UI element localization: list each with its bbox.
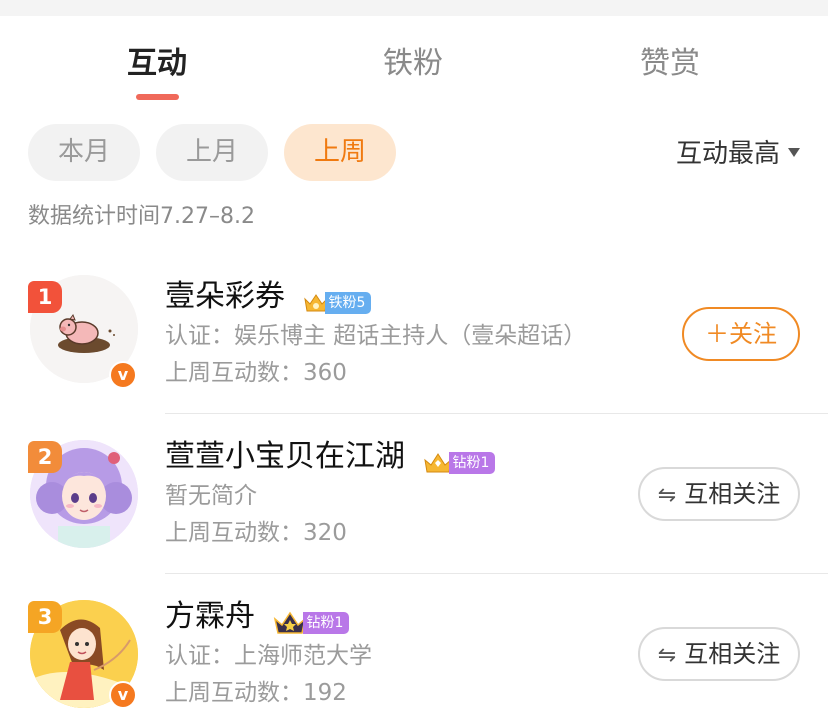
mutual-follow-label: 互相关注 bbox=[684, 480, 781, 508]
user-row[interactable]: 2 萱萱小宝贝在江湖 钻粉1 暂无简介 上周互动数：320 ⇋ 互相关注 bbox=[0, 415, 828, 575]
fan-level-label: 钻粉1 bbox=[302, 612, 350, 634]
stat-time-range: 数据统计时间7.27–8.2 bbox=[28, 204, 255, 229]
tab-iron-fans[interactable]: 铁粉 bbox=[343, 40, 483, 88]
tab-rewards[interactable]: 赞赏 bbox=[600, 40, 740, 88]
sort-dropdown[interactable]: 互动最高 bbox=[676, 134, 800, 174]
active-tab-indicator bbox=[136, 94, 179, 100]
user-row[interactable]: 1 v 壹朵彩券 铁粉5 认证：娱乐博主 超话主持人（壹朵超话） 上周互动数：3… bbox=[0, 255, 828, 415]
tab-interaction[interactable]: 互动 bbox=[87, 40, 227, 88]
row-divider bbox=[165, 573, 828, 574]
user-description: 暂无简介 bbox=[165, 483, 257, 509]
rank-badge: 3 bbox=[28, 601, 62, 633]
mutual-follow-button[interactable]: ⇋ 互相关注 bbox=[638, 627, 800, 681]
sort-label: 互动最高 bbox=[675, 139, 780, 169]
verified-badge-icon: v bbox=[109, 681, 137, 709]
caret-down-icon bbox=[788, 148, 800, 157]
swap-arrows-icon: ⇋ bbox=[657, 483, 677, 508]
filter-last-week[interactable]: 上周 bbox=[284, 124, 396, 181]
fan-level-label: 钻粉1 bbox=[448, 452, 496, 474]
rank-badge: 1 bbox=[28, 281, 62, 313]
fan-level-badge: 钻粉1 bbox=[423, 443, 496, 474]
row-divider bbox=[165, 413, 828, 414]
user-name-text: 萱萱小宝贝在江湖 bbox=[165, 439, 405, 474]
filter-this-month[interactable]: 本月 bbox=[28, 124, 140, 181]
user-name-text: 方霖舟 bbox=[165, 599, 255, 634]
verified-badge-icon: v bbox=[109, 361, 137, 389]
user-description: 认证：上海师范大学 bbox=[165, 643, 372, 669]
mutual-follow-button[interactable]: ⇋ 互相关注 bbox=[638, 467, 800, 521]
crown-icon bbox=[273, 611, 306, 634]
user-name-text: 壹朵彩券 bbox=[165, 279, 285, 314]
user-name[interactable]: 方霖舟 钻粉1 bbox=[165, 597, 350, 637]
fan-level-badge: 铁粉5 bbox=[303, 283, 372, 314]
follow-button[interactable]: ＋关注 bbox=[682, 307, 800, 361]
user-row[interactable]: 3 v 方霖舟 钻粉1 认证：上海师范大学 上周互动数：192 ⇋ 互相关注 bbox=[0, 575, 828, 727]
interaction-count: 上周互动数：192 bbox=[165, 680, 347, 706]
tab-bar: 互动 铁粉 赞赏 bbox=[0, 40, 828, 104]
filter-last-month[interactable]: 上月 bbox=[156, 124, 268, 181]
rank-badge: 2 bbox=[28, 441, 62, 473]
user-name[interactable]: 萱萱小宝贝在江湖 钻粉1 bbox=[165, 437, 496, 477]
mutual-follow-label: 互相关注 bbox=[684, 640, 781, 668]
interaction-count: 上周互动数：320 bbox=[165, 520, 347, 546]
interaction-count: 上周互动数：360 bbox=[165, 360, 347, 386]
fan-level-label: 铁粉5 bbox=[324, 292, 372, 314]
swap-arrows-icon: ⇋ bbox=[657, 643, 677, 668]
user-name[interactable]: 壹朵彩券 铁粉5 bbox=[165, 277, 372, 317]
fan-level-badge: 钻粉1 bbox=[273, 603, 350, 634]
user-description: 认证：娱乐博主 超话主持人（壹朵超话） bbox=[165, 323, 587, 349]
top-strip bbox=[0, 0, 828, 16]
